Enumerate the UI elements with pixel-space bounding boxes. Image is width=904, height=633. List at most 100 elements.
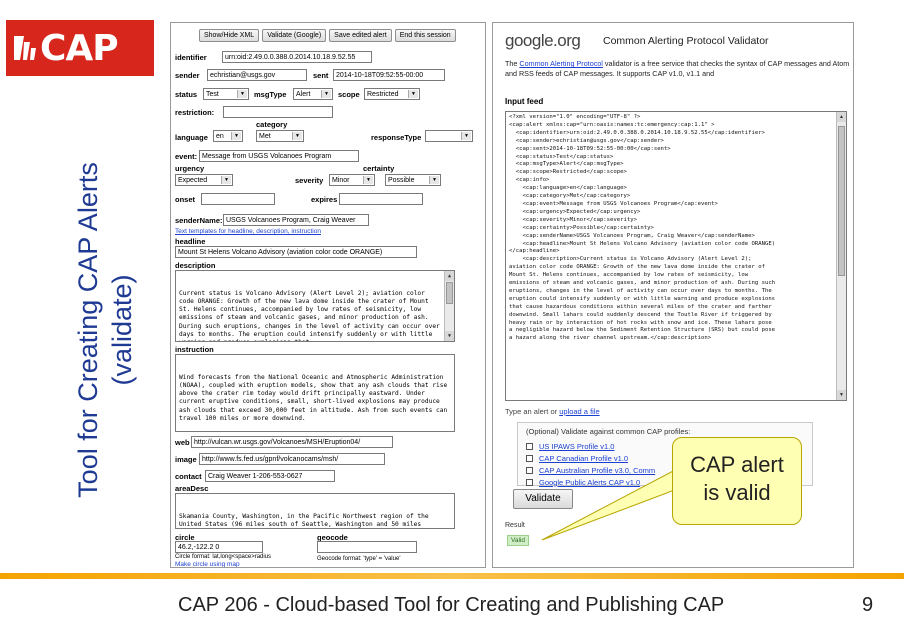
language-label: language xyxy=(175,133,208,142)
upload-prompt: Type an alert or upload a file xyxy=(505,407,600,416)
callout-line-1: CAP alert xyxy=(690,452,784,477)
title-line-1: Tool for Creating CAP Alerts xyxy=(73,162,103,498)
vertical-title: Tool for Creating CAP Alerts (validate) xyxy=(50,110,160,550)
msgtype-select[interactable]: Alert xyxy=(293,88,333,100)
input-feed-textarea[interactable]: <?xml version="1.0" encoding="UTF-8" ?> … xyxy=(505,111,847,401)
xml-content: <?xml version="1.0" encoding="UTF-8" ?> … xyxy=(509,114,776,342)
areadesc-text: Skamania County, Washington, in the Paci… xyxy=(179,512,429,528)
profile-canadian-link[interactable]: CAP Canadian Profile v1.0 xyxy=(539,454,628,463)
identifier-field[interactable]: urn:oid:2.49.0.0.388.0.2014.10.18.9.52.5… xyxy=(222,51,372,63)
contact-field[interactable]: Craig Weaver 1-206-553-0627 xyxy=(205,470,335,482)
web-field[interactable]: http://vulcan.wr.usgs.gov/Volcanoes/MSH/… xyxy=(191,436,393,448)
language-select[interactable]: en xyxy=(213,130,243,142)
description-text: Current status is Volcano Advisory (Aler… xyxy=(179,289,440,341)
end-session-button[interactable]: End this session xyxy=(394,29,456,42)
logo-text: CAP xyxy=(40,27,119,69)
restriction-field[interactable] xyxy=(223,106,333,118)
sent-label: sent xyxy=(313,71,329,80)
cap-logo: CAP xyxy=(6,20,154,76)
make-circle-link[interactable]: Make circle using map xyxy=(175,561,240,567)
certainty-select[interactable]: Possible xyxy=(385,174,441,186)
editor-toolbar: Show/Hide XML Validate (Google) Save edi… xyxy=(199,29,456,42)
scope-label: scope xyxy=(338,90,360,99)
severity-label: severity xyxy=(295,176,324,185)
headline-field[interactable]: Mount St Helens Volcano Advisory (aviati… xyxy=(175,246,417,258)
profile-us-ipaws-link[interactable]: US IPAWS Profile v1.0 xyxy=(539,442,614,451)
cap-editor-screenshot: Show/Hide XML Validate (Google) Save edi… xyxy=(170,22,486,568)
responsetype-label: responseType xyxy=(371,133,422,142)
validator-description: The Common Alerting Protocol validator i… xyxy=(505,59,850,78)
save-edited-alert-button[interactable]: Save edited alert xyxy=(329,29,392,42)
scope-select[interactable]: Restricted xyxy=(364,88,420,100)
sender-label: sender xyxy=(175,71,200,80)
xml-scroll-up-icon[interactable]: ▲ xyxy=(837,112,846,122)
slide-footer: CAP 206 - Cloud-based Tool for Creating … xyxy=(0,586,904,626)
scroll-thumb[interactable] xyxy=(446,282,453,304)
areadesc-label: areaDesc xyxy=(175,484,209,493)
scroll-up-icon[interactable]: ▲ xyxy=(445,271,454,281)
input-feed-label: Input feed xyxy=(505,97,544,106)
xml-scroll-thumb[interactable] xyxy=(838,126,845,276)
web-label: web xyxy=(175,438,190,447)
category-label: category xyxy=(256,120,288,129)
xml-scrollbar[interactable]: ▲ ▼ xyxy=(836,112,846,400)
description-scrollbar[interactable]: ▲ ▼ xyxy=(444,271,454,341)
text-templates-link[interactable]: Text templates for headline, description… xyxy=(175,228,321,235)
geocode-format-note: Geocode format: 'type' = 'value' xyxy=(317,556,401,562)
instruction-text: Wind forecasts from the National Oceanic… xyxy=(179,373,451,423)
footer-accent-bar xyxy=(0,573,904,579)
expires-field[interactable] xyxy=(339,193,423,205)
xml-scroll-down-icon[interactable]: ▼ xyxy=(837,390,846,400)
event-label: event: xyxy=(175,152,198,161)
instruction-textarea[interactable]: Wind forecasts from the National Oceanic… xyxy=(175,354,455,432)
image-label: image xyxy=(175,455,197,464)
identifier-label: identifier xyxy=(175,53,207,62)
status-label: status xyxy=(175,90,198,99)
valid-result-badge: Valid xyxy=(507,535,529,546)
urgency-label: urgency xyxy=(175,164,205,173)
checkbox-icon[interactable] xyxy=(526,442,533,450)
profiles-heading: (Optional) Validate against common CAP p… xyxy=(526,427,691,436)
circle-format-note: Circle format: lat,long<space>radius xyxy=(175,554,272,560)
sender-field[interactable]: echristian@usgs.gov xyxy=(207,69,307,81)
areadesc-textarea[interactable]: Skamania County, Washington, in the Paci… xyxy=(175,493,455,529)
onset-field[interactable] xyxy=(201,193,275,205)
description-textarea[interactable]: Current status is Volcano Advisory (Aler… xyxy=(175,270,455,342)
msgtype-label: msgType xyxy=(254,90,287,99)
page-number: 9 xyxy=(862,594,874,616)
validator-title: Common Alerting Protocol Validator xyxy=(603,35,769,47)
status-select[interactable]: Test xyxy=(203,88,249,100)
severity-select[interactable]: Minor xyxy=(329,174,375,186)
show-hide-xml-button[interactable]: Show/Hide XML xyxy=(199,29,260,42)
image-field[interactable]: http://www.fs.fed.us/gpnf/volcanocams/ms… xyxy=(199,453,385,465)
expires-label: expires xyxy=(311,195,338,204)
geocode-field[interactable] xyxy=(317,541,417,553)
upload-file-link[interactable]: upload a file xyxy=(559,407,599,416)
description-label: description xyxy=(175,261,216,270)
footer-title: CAP 206 - Cloud-based Tool for Creating … xyxy=(178,594,725,616)
google-org-logo: google.org xyxy=(505,31,581,50)
callout-valid: CAP alert is valid xyxy=(672,437,802,525)
scroll-down-icon[interactable]: ▼ xyxy=(445,331,454,341)
title-line-2: (validate) xyxy=(107,274,137,386)
event-field[interactable]: Message from USGS Volcanoes Program xyxy=(199,150,359,162)
cap-spec-link[interactable]: Common Alerting Protocol xyxy=(519,59,603,68)
sendername-label: senderName: xyxy=(175,216,223,225)
result-label: Result xyxy=(505,522,525,529)
onset-label: onset xyxy=(175,195,196,204)
certainty-label: certainty xyxy=(363,164,395,173)
alert-signal-icon xyxy=(6,20,40,76)
contact-label: contact xyxy=(175,472,202,481)
sendername-field[interactable]: USGS Volcanoes Program, Craig Weaver xyxy=(223,214,369,226)
responsetype-select[interactable] xyxy=(425,130,473,142)
category-select[interactable]: Met xyxy=(256,130,304,142)
checkbox-icon[interactable] xyxy=(526,454,533,462)
restriction-label: restriction: xyxy=(175,108,215,117)
circle-field[interactable]: 46.2,-122.2 0 xyxy=(175,541,263,553)
urgency-select[interactable]: Expected xyxy=(175,174,233,186)
callout-line-2: is valid xyxy=(703,480,771,505)
sent-field[interactable]: 2014-10-18T09:52:55-00:00 xyxy=(333,69,445,81)
validate-google-button[interactable]: Validate (Google) xyxy=(262,29,327,42)
instruction-label: instruction xyxy=(175,345,214,354)
headline-label: headline xyxy=(175,237,206,246)
